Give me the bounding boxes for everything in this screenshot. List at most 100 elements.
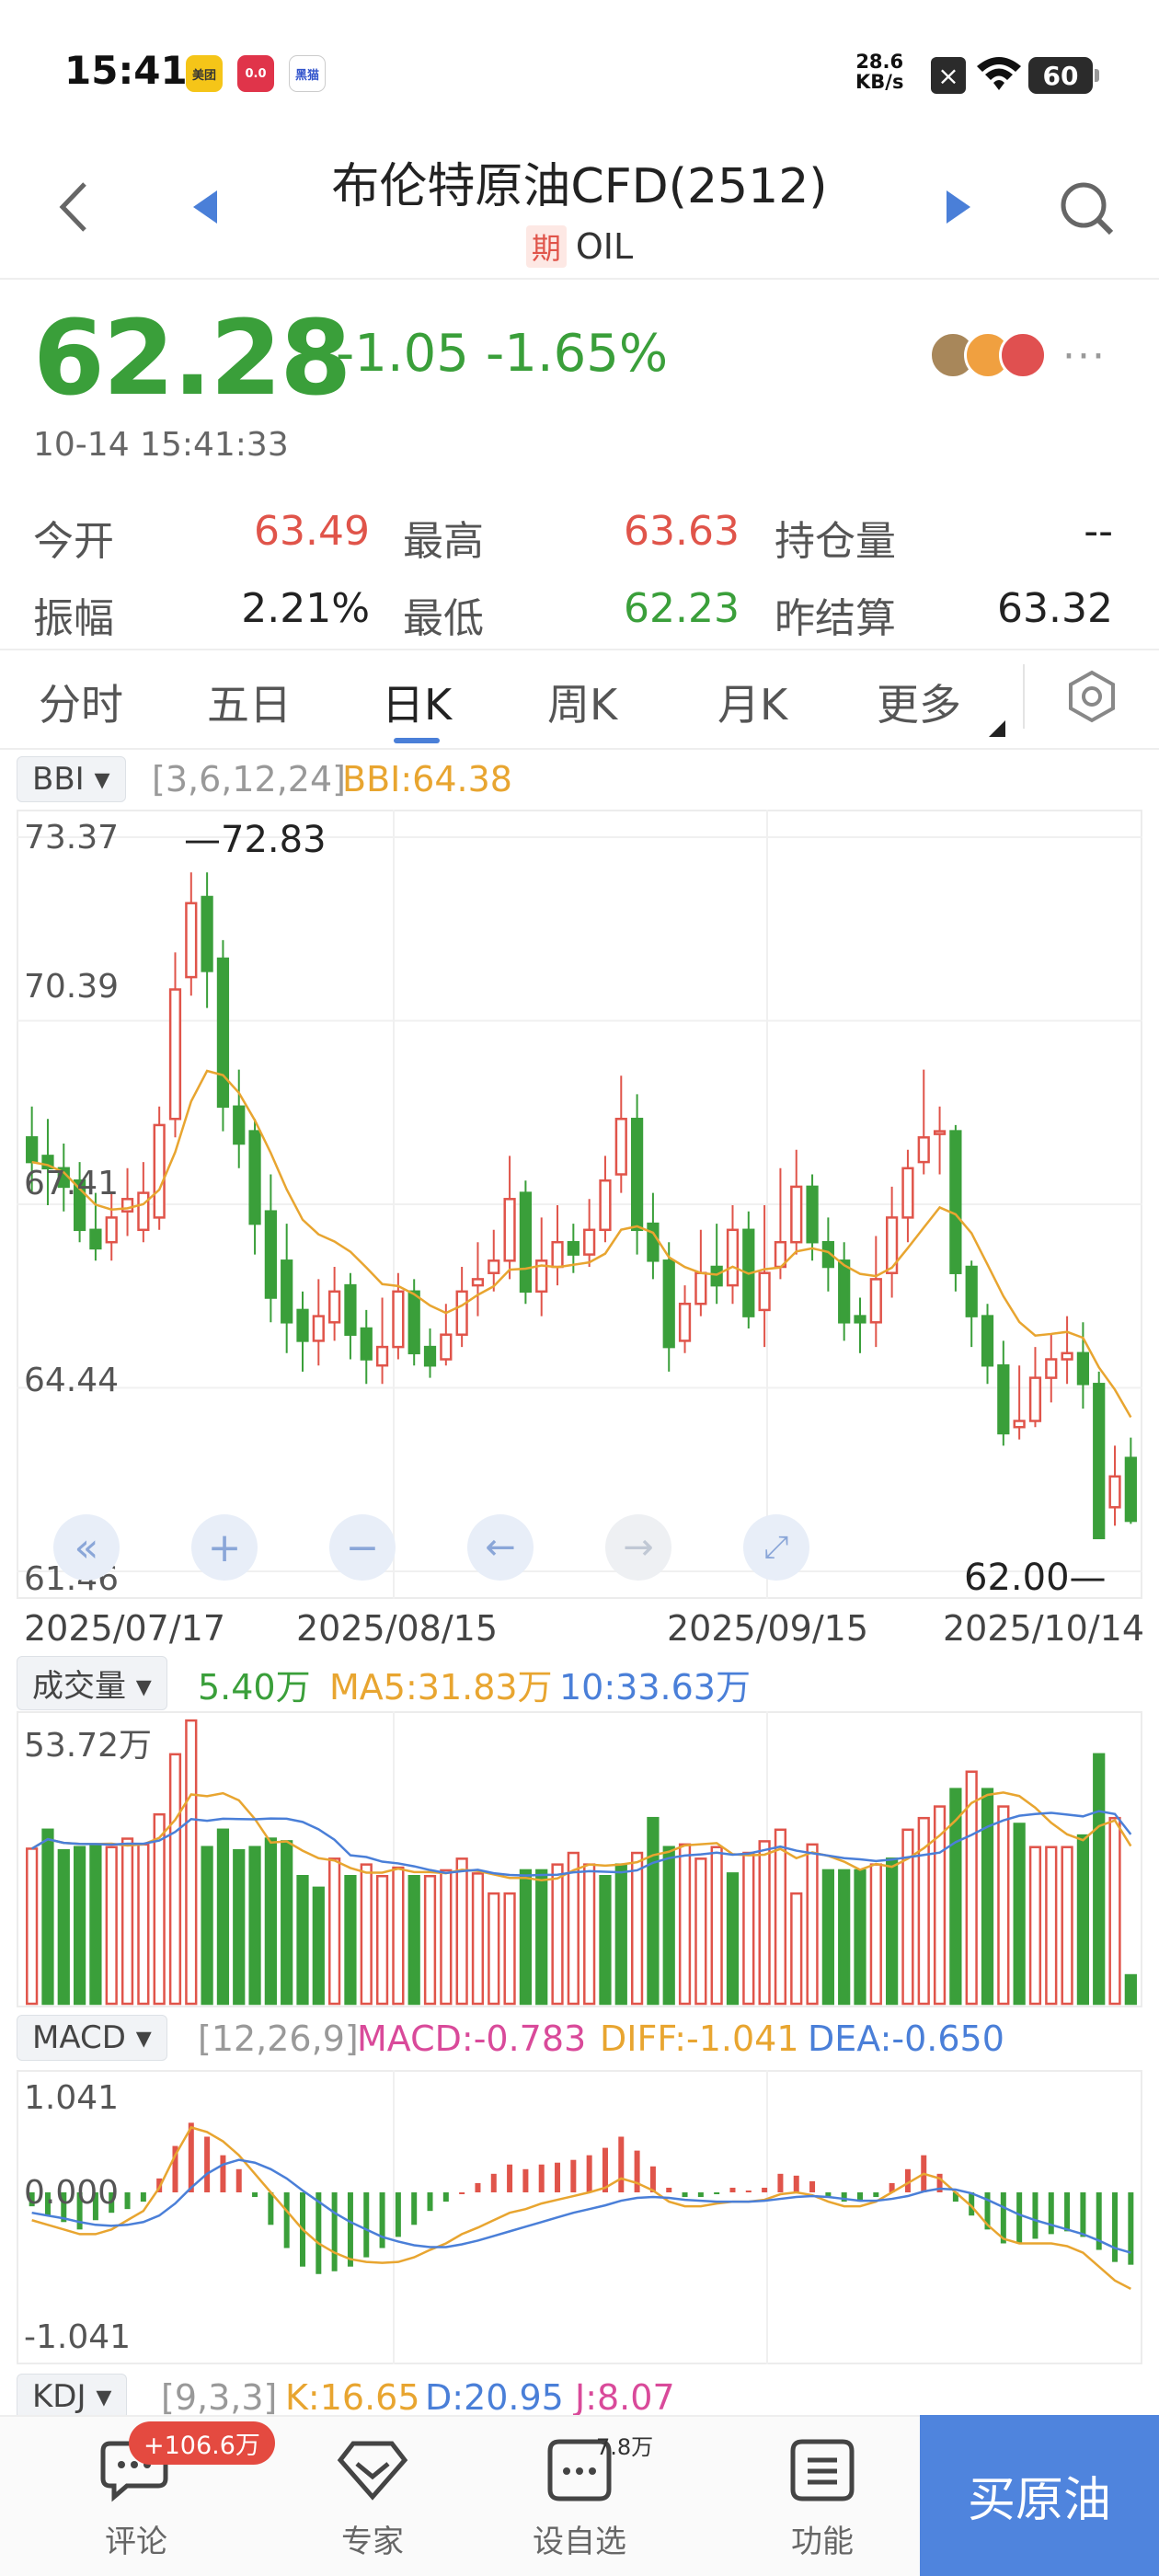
macd-histogram-bar xyxy=(586,2155,592,2192)
tab-daily-k[interactable]: 日K xyxy=(382,672,452,732)
stat-low-value: 62.23 xyxy=(624,585,740,632)
macd-dea: DEA:-0.650 xyxy=(808,2018,1004,2059)
kline-candle xyxy=(344,1283,357,1336)
kline-candle xyxy=(997,1363,1010,1435)
kline-candle xyxy=(503,1198,516,1262)
volume-bar xyxy=(614,1863,627,2006)
kline-candle xyxy=(806,1185,819,1244)
volume-bar xyxy=(137,1843,150,2006)
volume-bar xyxy=(535,1869,548,2006)
kline-y-label-3: 67.41 xyxy=(24,1165,120,1202)
tmall-app-icon: 0.0 xyxy=(237,55,274,92)
battery-indicator: 60 xyxy=(1028,57,1099,94)
status-time: 15:41 xyxy=(64,48,188,93)
nav-function-label[interactable]: 功能 xyxy=(758,2516,887,2561)
zoom-out-icon[interactable]: − xyxy=(329,1514,396,1581)
volume-ma5: MA5:31.83万 xyxy=(329,1667,553,1708)
kline-candle xyxy=(1108,1475,1121,1509)
kline-candle xyxy=(1076,1351,1090,1386)
macd-histogram-bar xyxy=(873,2192,879,2198)
search-icon[interactable] xyxy=(1058,179,1117,238)
expert-icon[interactable] xyxy=(337,2440,408,2501)
macd-diff: DIFF:-1.041 xyxy=(600,2018,799,2059)
kline-candle xyxy=(328,1290,341,1324)
left-arrow-icon[interactable]: ← xyxy=(467,1514,534,1581)
kline-candle xyxy=(360,1327,373,1361)
kline-candle xyxy=(790,1185,803,1244)
kline-y-label-2: 70.39 xyxy=(24,968,120,1006)
tab-intraday[interactable]: 分时 xyxy=(39,672,123,732)
tab-five-day[interactable]: 五日 xyxy=(207,672,292,732)
dropdown-corner-icon xyxy=(989,720,1005,737)
buy-crude-button[interactable]: 买原油 xyxy=(920,2415,1159,2576)
volume-bar xyxy=(806,1843,819,2006)
function-icon[interactable] xyxy=(789,2438,855,2502)
contract-code: 期 OIL xyxy=(0,225,1159,268)
stat-oi-label: 持仓量 xyxy=(775,518,896,565)
kline-candle xyxy=(216,957,230,1109)
macd-histogram-bar xyxy=(538,2164,545,2192)
date-label-1: 2025/07/17 xyxy=(24,1608,226,1649)
right-arrow-icon[interactable]: → xyxy=(605,1514,671,1581)
kdj-selector[interactable]: KDJ ▾ xyxy=(17,2374,128,2420)
volume-y-label: 53.72万 xyxy=(24,1727,153,1765)
date-label-4: 2025/10/14 xyxy=(943,1608,1145,1649)
macd-histogram-bar xyxy=(618,2136,625,2192)
macd-chart[interactable] xyxy=(17,2070,1142,2364)
macd-selector[interactable]: MACD ▾ xyxy=(17,2015,167,2061)
nav-expert-label[interactable]: 专家 xyxy=(308,2516,437,2561)
kline-candle xyxy=(630,1117,644,1232)
macd-histogram-bar xyxy=(459,2192,465,2194)
volume-bar xyxy=(392,1866,405,2006)
volume-bar xyxy=(1045,1846,1058,2006)
no-sim-icon: × xyxy=(931,57,966,94)
stat-open-label: 今开 xyxy=(33,518,114,565)
user-avatar-3[interactable] xyxy=(999,331,1047,379)
symbol-code: OIL xyxy=(575,226,634,267)
active-tab-indicator xyxy=(394,738,440,743)
kline-y-label-1: 73.37 xyxy=(24,819,120,857)
next-contract-icon[interactable] xyxy=(945,189,972,225)
more-icon[interactable]: ··· xyxy=(1062,333,1107,380)
macd-histogram-bar xyxy=(1032,2192,1039,2239)
zoom-in-icon[interactable]: + xyxy=(191,1514,258,1581)
volume-bar xyxy=(647,1816,660,2006)
tabs-bottom-divider xyxy=(0,748,1159,750)
volume-chart[interactable] xyxy=(17,1711,1142,2007)
volume-bar xyxy=(185,1719,198,2006)
settings-icon[interactable] xyxy=(1065,670,1119,723)
kline-chart[interactable] xyxy=(17,810,1142,1599)
tab-weekly-k[interactable]: 周K xyxy=(547,672,617,732)
nav-watchlist-label[interactable]: 设自选 xyxy=(515,2516,644,2561)
kline-candle xyxy=(312,1315,325,1342)
bbi-selector-label: BBI xyxy=(32,761,85,798)
macd-y-label-3: -1.041 xyxy=(24,2318,132,2356)
macd-histogram-bar xyxy=(283,2192,290,2248)
stat-amplitude-value: 2.21% xyxy=(241,585,370,632)
stat-prev-settle-value: 63.32 xyxy=(997,585,1113,632)
kline-candle xyxy=(89,1228,102,1250)
fast-back-icon[interactable]: « xyxy=(53,1514,120,1581)
kline-candle xyxy=(137,1191,150,1232)
kline-candle xyxy=(440,1333,453,1361)
kline-candle xyxy=(26,1136,39,1164)
bbi-selector[interactable]: BBI ▾ xyxy=(17,756,126,802)
kline-candle xyxy=(1124,1456,1137,1523)
tabs-top-divider xyxy=(0,649,1159,650)
macd-histogram-bar xyxy=(235,2168,242,2192)
kline-candle xyxy=(949,1130,962,1274)
volume-bar xyxy=(89,1843,102,2006)
wifi-icon xyxy=(977,57,1021,90)
bbi-line xyxy=(31,1069,1132,1419)
stat-high-label: 最高 xyxy=(403,518,484,565)
nav-comment-label[interactable]: 评论 xyxy=(72,2516,201,2561)
tab-monthly-k[interactable]: 月K xyxy=(717,672,787,732)
kline-candle xyxy=(567,1240,580,1256)
fullscreen-icon[interactable]: ⤢ xyxy=(743,1514,809,1581)
tab-more[interactable]: 更多 xyxy=(877,672,961,732)
futures-tag: 期 xyxy=(525,225,567,268)
kline-candle xyxy=(1028,1376,1042,1422)
volume-bar xyxy=(281,1840,293,2006)
volume-selector[interactable]: 成交量 ▾ xyxy=(17,1656,167,1710)
stat-amplitude-label: 振幅 xyxy=(33,595,114,642)
